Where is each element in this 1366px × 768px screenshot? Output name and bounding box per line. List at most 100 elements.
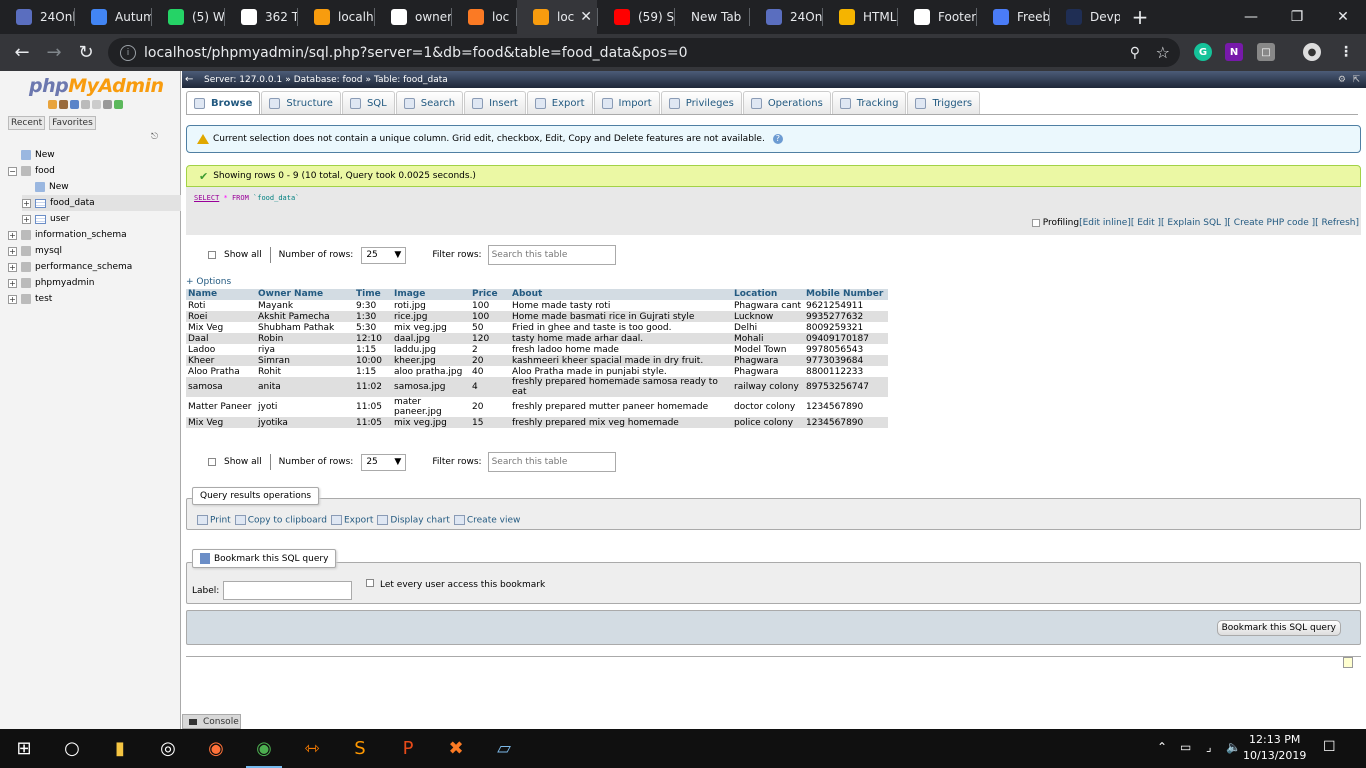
- tab-privileges[interactable]: Privileges: [660, 91, 742, 114]
- tree-item-label[interactable]: New: [49, 182, 69, 192]
- print-link[interactable]: Print: [197, 515, 231, 526]
- tree-item-label[interactable]: information_schema: [35, 230, 127, 240]
- create-view-link[interactable]: Create view: [453, 515, 520, 526]
- copy-clipboard-link[interactable]: Copy to clipboard: [234, 515, 327, 526]
- column-header[interactable]: Name: [186, 289, 256, 300]
- refresh-link[interactable]: [ Refresh]: [1315, 218, 1359, 228]
- breadcrumb-server[interactable]: Server: 127.0.0.1: [204, 75, 282, 85]
- collapse-icon[interactable]: ⇱: [1352, 75, 1360, 85]
- menu-icon[interactable]: ⋮: [1337, 43, 1355, 61]
- tree-item[interactable]: New: [22, 179, 69, 195]
- url-text[interactable]: localhost/phpmyadmin/sql.php?server=1&db…: [144, 45, 688, 61]
- browser-tab[interactable]: owner: [375, 0, 451, 34]
- show-all-checkbox[interactable]: [208, 251, 216, 259]
- reload-nav-icon[interactable]: [114, 100, 123, 109]
- battery-icon[interactable]: ▭: [1180, 740, 1191, 754]
- eclipse-icon[interactable]: ⇿: [288, 729, 336, 768]
- expand-icon[interactable]: +: [22, 214, 31, 224]
- browser-tab[interactable]: Footer: [898, 0, 976, 34]
- phpmyadmin-logo[interactable]: phpMyAdmin: [29, 75, 164, 97]
- query-window-icon[interactable]: [70, 100, 79, 109]
- file-explorer-icon[interactable]: ▮: [96, 729, 144, 768]
- tab-tracking[interactable]: Tracking: [831, 91, 907, 114]
- back-arrow-icon[interactable]: ←: [6, 37, 38, 69]
- bookmark-submit-button[interactable]: Bookmark this SQL query: [1216, 620, 1341, 636]
- volume-icon[interactable]: 🔈: [1226, 740, 1241, 754]
- explain-sql-link[interactable]: [ Explain SQL ]: [1161, 218, 1227, 228]
- chrome-icon[interactable]: ◉: [240, 729, 288, 768]
- home-icon[interactable]: [48, 100, 57, 109]
- expand-icon[interactable]: +: [22, 198, 31, 208]
- browser-tab[interactable]: New Tab: [675, 0, 749, 34]
- tree-item-label[interactable]: mysql: [35, 246, 62, 256]
- sublime-text-icon[interactable]: S: [336, 729, 384, 768]
- minimize-button[interactable]: —: [1228, 0, 1274, 34]
- browser-tab[interactable]: Autum: [75, 0, 151, 34]
- sql-query-display[interactable]: SELECT * FROM `food_data`: [186, 187, 1361, 211]
- browser-tab[interactable]: (5) Wh: [152, 0, 224, 34]
- notification-icon[interactable]: ☐: [1323, 739, 1336, 755]
- search-icon[interactable]: ○: [48, 729, 96, 768]
- address-bar[interactable]: i localhost/phpmyadmin/sql.php?server=1&…: [108, 38, 1180, 67]
- tab-operations[interactable]: Operations: [742, 91, 831, 114]
- tab-insert[interactable]: Insert: [464, 91, 526, 114]
- column-header[interactable]: Image: [392, 289, 470, 300]
- tab-search[interactable]: Search: [395, 91, 464, 114]
- breadcrumb-table[interactable]: Table: food_data: [374, 75, 448, 85]
- edit-inline-link[interactable]: [Edit inline]: [1079, 218, 1131, 228]
- browser-tab[interactable]: 24Onli: [0, 0, 74, 34]
- tree-item[interactable]: − food: [8, 163, 55, 179]
- browser-tab[interactable]: HTML: [823, 0, 897, 34]
- options-link[interactable]: + Options: [186, 277, 231, 287]
- tab-import[interactable]: Import: [593, 91, 660, 114]
- favorites-tab[interactable]: Favorites: [49, 116, 96, 130]
- link-icon[interactable]: ⎋: [151, 132, 158, 142]
- tree-item[interactable]: + phpmyadmin: [8, 275, 94, 291]
- onenote-icon[interactable]: N: [1225, 43, 1243, 61]
- exit-icon[interactable]: [59, 100, 68, 109]
- windows-start-icon[interactable]: ⊞: [0, 729, 48, 768]
- rows-select[interactable]: 25 ▼: [361, 246, 407, 264]
- column-header[interactable]: Location: [732, 289, 804, 300]
- rows-select[interactable]: 25 ▼: [361, 453, 407, 471]
- filter-input[interactable]: Search this table: [487, 452, 616, 472]
- browser-tab[interactable]: localhc: [298, 0, 374, 34]
- show-all-checkbox[interactable]: [208, 458, 216, 466]
- edit-link[interactable]: [ Edit ]: [1131, 218, 1161, 228]
- tab-export[interactable]: Export: [526, 91, 593, 114]
- export-link[interactable]: Export: [330, 515, 373, 526]
- xampp-icon[interactable]: ✖: [432, 729, 480, 768]
- media-icon[interactable]: ◎: [144, 729, 192, 768]
- forward-arrow-icon[interactable]: →: [38, 37, 70, 69]
- gear-icon[interactable]: ⚙: [1338, 75, 1346, 85]
- display-chart-link[interactable]: Display chart: [377, 515, 450, 526]
- expand-icon[interactable]: +: [8, 230, 17, 240]
- firefox-icon[interactable]: ◉: [192, 729, 240, 768]
- taskbar-clock[interactable]: 12:13 PM 10/13/2019: [1243, 732, 1306, 764]
- sql-history-icon[interactable]: [1343, 657, 1353, 668]
- tree-item-label[interactable]: food_data: [50, 198, 95, 208]
- app-icon[interactable]: ▱: [480, 729, 528, 768]
- filter-input[interactable]: Search this table: [487, 245, 616, 265]
- create-php-link[interactable]: [ Create PHP code ]: [1227, 218, 1315, 228]
- tree-item-label[interactable]: user: [50, 214, 70, 224]
- tree-item[interactable]: + mysql: [8, 243, 62, 259]
- grammarly-icon[interactable]: G: [1194, 43, 1212, 61]
- p-app-icon[interactable]: P: [384, 729, 432, 768]
- expand-icon[interactable]: +: [8, 294, 17, 304]
- tab-structure[interactable]: Structure: [261, 91, 341, 114]
- console-tab[interactable]: Console: [182, 714, 241, 729]
- collapse-nav-icon[interactable]: ←: [185, 74, 193, 85]
- browser-tab[interactable]: (59) Sa: [598, 0, 674, 34]
- browser-tab[interactable]: Freebi: [977, 0, 1049, 34]
- tree-item[interactable]: + information_schema: [8, 227, 127, 243]
- column-header[interactable]: Price: [470, 289, 510, 300]
- reload-icon[interactable]: ↻: [70, 37, 102, 69]
- bookmark-share-checkbox[interactable]: [366, 579, 374, 587]
- tab-sql[interactable]: SQL: [341, 91, 395, 114]
- tree-item[interactable]: +New: [8, 147, 55, 163]
- tree-item-label[interactable]: performance_schema: [35, 262, 132, 272]
- tab-triggers[interactable]: Triggers: [907, 91, 981, 114]
- browser-tab[interactable]: Devpo: [1050, 0, 1120, 34]
- bookmark-star-icon[interactable]: ☆: [1156, 43, 1170, 62]
